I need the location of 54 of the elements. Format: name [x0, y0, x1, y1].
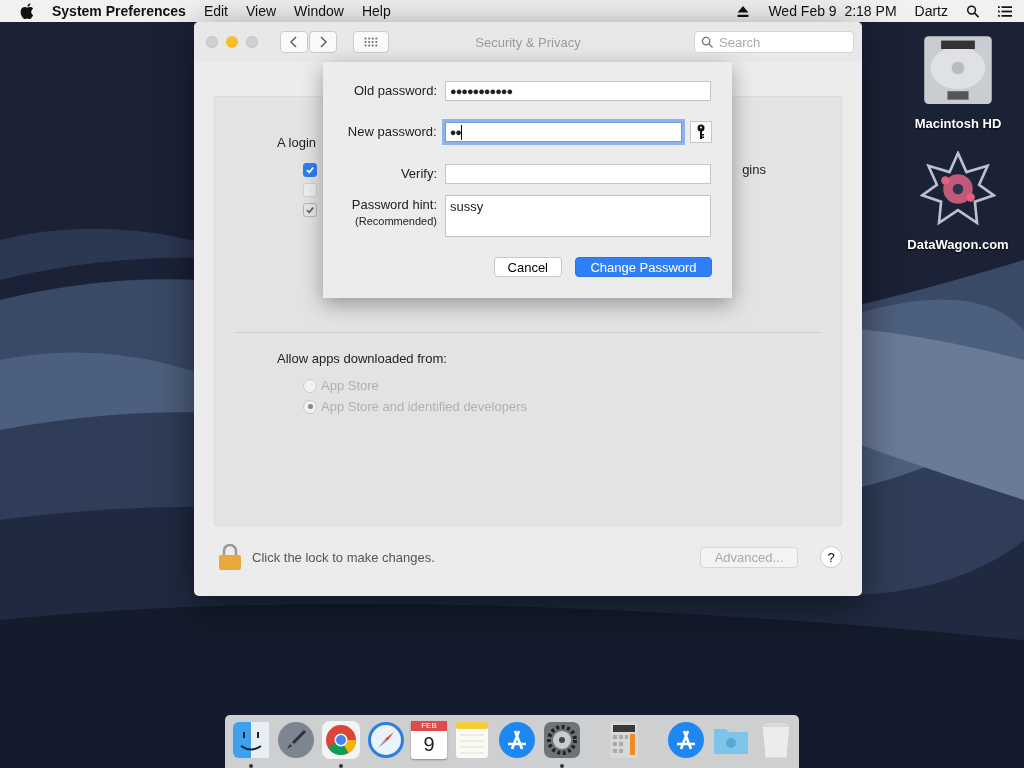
- back-button[interactable]: [280, 31, 308, 53]
- forward-button[interactable]: [309, 31, 337, 53]
- browser-icon[interactable]: [321, 720, 361, 760]
- search-field[interactable]: Search: [694, 31, 854, 53]
- help-button[interactable]: ?: [820, 546, 842, 568]
- checkmark-icon: [305, 164, 315, 175]
- compass-icon[interactable]: [366, 720, 406, 760]
- input-field[interactable]: [445, 164, 711, 184]
- checkbox[interactable]: [303, 162, 317, 177]
- section-heading: A login: [277, 135, 318, 150]
- menu-clock[interactable]: Wed Feb 9 2:18 PM: [768, 3, 897, 19]
- app-store-icon[interactable]: [497, 720, 537, 760]
- lock-message: Click the lock to make changes.: [252, 549, 435, 565]
- show-all-button[interactable]: [353, 31, 389, 53]
- app-store-icon[interactable]: [666, 720, 706, 760]
- field-label: New password:: [347, 124, 437, 139]
- calendar-icon[interactable]: FEB 9: [411, 721, 447, 759]
- radio-button[interactable]: [303, 378, 317, 393]
- field-sublabel: (Recommended): [355, 215, 437, 227]
- grid-icon: [364, 37, 378, 47]
- input-field[interactable]: ●●●●●●●●●●●: [445, 81, 711, 101]
- cancel-button[interactable]: Cancel: [493, 257, 562, 277]
- menu-item[interactable]: Help: [361, 3, 391, 19]
- list-icon[interactable]: [998, 4, 1012, 18]
- chevron-right-icon: [318, 35, 328, 49]
- star-pattern-icon[interactable]: [920, 151, 996, 227]
- chevron-left-icon: [289, 35, 299, 49]
- field-label: Old password:: [353, 83, 437, 98]
- menu-item[interactable]: Edit: [203, 3, 228, 19]
- search-icon[interactable]: [966, 4, 980, 18]
- field-label: Verify:: [400, 166, 437, 181]
- section-heading: Allow apps downloaded from:: [277, 351, 448, 366]
- window-title: Security & Privacy: [475, 34, 581, 50]
- radio-button[interactable]: [303, 399, 317, 414]
- input-field[interactable]: ●●: [444, 122, 683, 142]
- confirm-button[interactable]: Change Password: [575, 257, 712, 277]
- search-icon: [701, 36, 714, 49]
- face-icon[interactable]: [231, 720, 271, 760]
- menu-app-name[interactable]: System Preferences: [52, 3, 186, 19]
- eject-icon[interactable]: [736, 4, 751, 18]
- menu-item[interactable]: Window: [294, 3, 344, 19]
- key-icon: [696, 124, 707, 140]
- password-assistant-button[interactable]: [690, 121, 712, 143]
- option-text: gins: [742, 162, 766, 177]
- checkmark-icon: [305, 205, 315, 215]
- apple-logo-icon[interactable]: [20, 3, 34, 19]
- menu-user[interactable]: Dartz: [914, 3, 948, 19]
- desktop-icon-label[interactable]: Macintosh HD: [914, 116, 1002, 131]
- gear-icon[interactable]: [542, 720, 582, 760]
- lock-icon[interactable]: [218, 543, 242, 571]
- input-field[interactable]: sussy: [445, 195, 711, 237]
- field-label: Password hint:: [351, 197, 437, 212]
- desktop-icon-label[interactable]: DataWagon.com: [907, 237, 1009, 252]
- menu-item[interactable]: View: [246, 3, 277, 19]
